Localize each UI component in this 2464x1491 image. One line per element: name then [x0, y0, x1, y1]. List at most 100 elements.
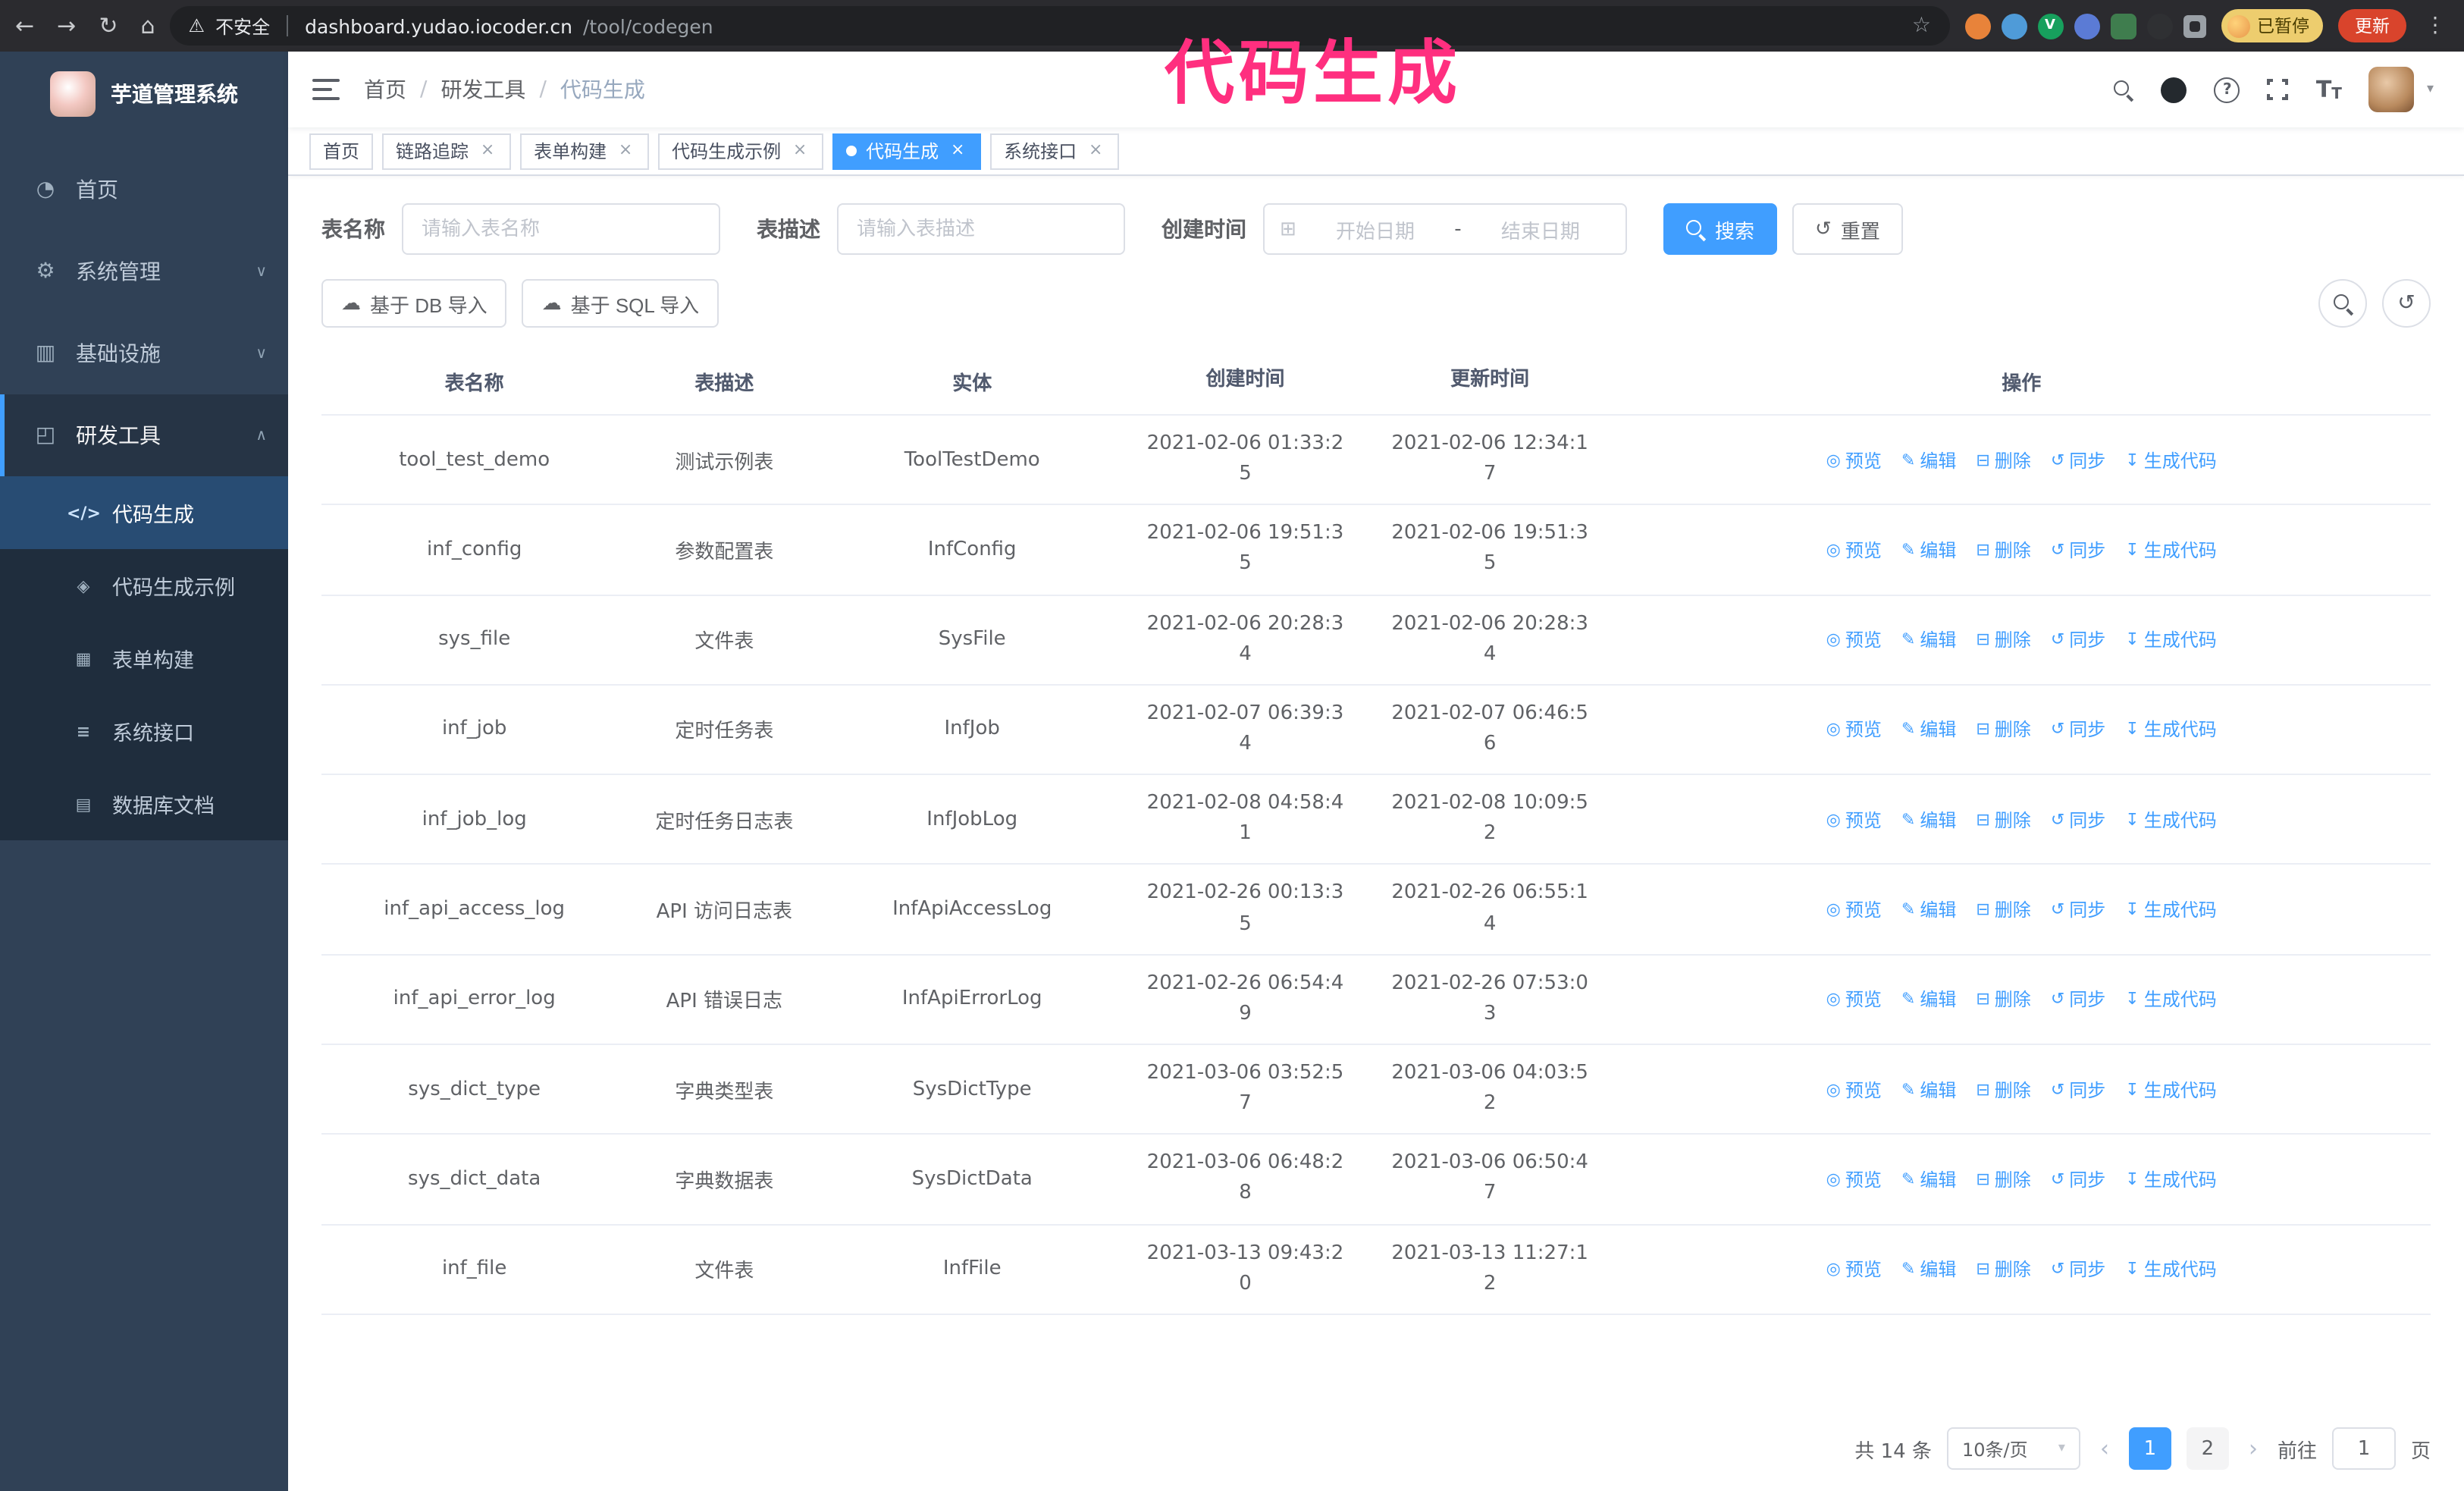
close-icon[interactable]: × [1086, 140, 1105, 161]
sidebar-subitem-form-builder[interactable]: ▦ 表单构建 [0, 622, 288, 695]
github-icon[interactable] [2161, 77, 2187, 102]
row-action-preview-link[interactable]: ◎ 预览 [1826, 987, 1882, 1012]
caret-down-icon[interactable]: ▾ [2427, 82, 2434, 97]
tab-codegen[interactable]: 代码生成 × [832, 133, 982, 169]
prev-page-icon[interactable]: ‹ [2096, 1435, 2114, 1462]
row-action-delete-link[interactable]: ⊟ 删除 [1976, 717, 2030, 742]
tab-home[interactable]: 首页 [309, 133, 374, 169]
tab-system-api[interactable]: 系统接口 × [990, 133, 1120, 169]
extension-icon[interactable] [2001, 13, 2027, 39]
row-action-edit-link[interactable]: ✎ 编辑 [1901, 1166, 1956, 1192]
sidebar-item-system-management[interactable]: ⚙ 系统管理 ∨ [0, 231, 288, 312]
row-action-sync-link[interactable]: ↺ 同步 [2051, 1076, 2105, 1102]
row-action-delete-link[interactable]: ⊟ 删除 [1976, 1166, 2030, 1192]
table-desc-input[interactable] [837, 203, 1125, 255]
row-action-delete-link[interactable]: ⊟ 删除 [1976, 896, 2030, 922]
back-icon[interactable]: ← [15, 12, 34, 39]
row-action-generate-link[interactable]: ↧ 生成代码 [2125, 807, 2216, 833]
row-action-sync-link[interactable]: ↺ 同步 [2051, 537, 2105, 563]
reload-icon[interactable]: ↻ [99, 12, 118, 39]
row-action-edit-link[interactable]: ✎ 编辑 [1901, 447, 1956, 472]
close-icon[interactable]: × [948, 140, 967, 161]
extension-icon[interactable]: V [2037, 13, 2063, 39]
table-name-input[interactable] [402, 203, 720, 255]
toggle-search-button[interactable] [2318, 279, 2367, 328]
row-action-delete-link[interactable]: ⊟ 删除 [1976, 537, 2030, 563]
row-action-delete-link[interactable]: ⊟ 删除 [1976, 1256, 2030, 1282]
home-icon[interactable]: ⌂ [140, 12, 155, 39]
row-action-preview-link[interactable]: ◎ 预览 [1826, 1166, 1882, 1192]
row-action-edit-link[interactable]: ✎ 编辑 [1901, 717, 1956, 742]
sidebar-item-infrastructure[interactable]: ▥ 基础设施 ∨ [0, 312, 288, 394]
tab-codegen-demo[interactable]: 代码生成示例 × [658, 133, 824, 169]
row-action-sync-link[interactable]: ↺ 同步 [2051, 896, 2105, 922]
row-action-generate-link[interactable]: ↧ 生成代码 [2125, 626, 2216, 652]
fullscreen-icon[interactable] [2265, 77, 2290, 102]
row-action-generate-link[interactable]: ↧ 生成代码 [2125, 537, 2216, 563]
row-action-sync-link[interactable]: ↺ 同步 [2051, 1166, 2105, 1192]
search-button[interactable]: 搜索 [1663, 203, 1778, 255]
next-page-icon[interactable]: › [2244, 1435, 2262, 1462]
sidebar-subitem-system-api[interactable]: ≡ 系统接口 [0, 695, 288, 767]
sidebar-subitem-codegen[interactable]: </> 代码生成 [0, 476, 288, 549]
breadcrumb-dev-tools[interactable]: 研发工具 [440, 74, 525, 105]
row-action-preview-link[interactable]: ◎ 预览 [1826, 447, 1882, 472]
page-button-1[interactable]: 1 [2128, 1427, 2171, 1470]
row-action-sync-link[interactable]: ↺ 同步 [2051, 807, 2105, 833]
row-action-delete-link[interactable]: ⊟ 删除 [1976, 626, 2030, 652]
close-icon[interactable]: × [790, 140, 810, 161]
row-action-delete-link[interactable]: ⊟ 删除 [1976, 807, 2030, 833]
breadcrumb-home[interactable]: 首页 [364, 74, 406, 105]
tab-form-builder[interactable]: 表单构建 × [520, 133, 650, 169]
import-sql-button[interactable]: ☁ 基于 SQL 导入 [522, 279, 719, 328]
goto-page-input[interactable] [2331, 1427, 2396, 1470]
row-action-preview-link[interactable]: ◎ 预览 [1826, 537, 1882, 563]
row-action-preview-link[interactable]: ◎ 预览 [1826, 626, 1882, 652]
row-action-preview-link[interactable]: ◎ 预览 [1826, 1076, 1882, 1102]
row-action-generate-link[interactable]: ↧ 生成代码 [2125, 987, 2216, 1012]
import-db-button[interactable]: ☁ 基于 DB 导入 [321, 279, 507, 328]
tab-trace[interactable]: 链路追踪 × [382, 133, 512, 169]
row-action-generate-link[interactable]: ↧ 生成代码 [2125, 447, 2216, 472]
row-action-sync-link[interactable]: ↺ 同步 [2051, 987, 2105, 1012]
forward-icon[interactable]: → [57, 12, 76, 39]
bookmark-star-icon[interactable]: ☆ [1912, 14, 1931, 38]
help-icon[interactable]: ? [2214, 77, 2240, 102]
row-action-sync-link[interactable]: ↺ 同步 [2051, 447, 2105, 472]
row-action-delete-link[interactable]: ⊟ 删除 [1976, 987, 2030, 1012]
extension-icon[interactable] [2074, 13, 2099, 39]
row-action-sync-link[interactable]: ↺ 同步 [2051, 626, 2105, 652]
address-bar[interactable]: ⚠ 不安全 dashboard.yudao.iocoder.cn /tool/c… [170, 6, 1949, 46]
page-button-2[interactable]: 2 [2186, 1427, 2229, 1470]
row-action-generate-link[interactable]: ↧ 生成代码 [2125, 1256, 2216, 1282]
row-action-generate-link[interactable]: ↧ 生成代码 [2125, 896, 2216, 922]
row-action-sync-link[interactable]: ↺ 同步 [2051, 717, 2105, 742]
page-size-select[interactable]: 10条/页 ▾ [1946, 1427, 2080, 1470]
app-logo[interactable]: 芋道管理系统 [0, 52, 288, 137]
row-action-generate-link[interactable]: ↧ 生成代码 [2125, 717, 2216, 742]
row-action-edit-link[interactable]: ✎ 编辑 [1901, 807, 1956, 833]
browser-menu-icon[interactable]: ⋮ [2422, 14, 2449, 38]
row-action-generate-link[interactable]: ↧ 生成代码 [2125, 1076, 2216, 1102]
row-action-edit-link[interactable]: ✎ 编辑 [1901, 537, 1956, 563]
refresh-button[interactable]: ↺ [2382, 279, 2431, 328]
browser-update-button[interactable]: 更新 [2338, 9, 2406, 42]
sidebar-item-home[interactable]: ◔ 首页 [0, 149, 288, 231]
row-action-edit-link[interactable]: ✎ 编辑 [1901, 626, 1956, 652]
row-action-delete-link[interactable]: ⊟ 删除 [1976, 1076, 2030, 1102]
row-action-edit-link[interactable]: ✎ 编辑 [1901, 1256, 1956, 1282]
row-action-sync-link[interactable]: ↺ 同步 [2051, 1256, 2105, 1282]
row-action-edit-link[interactable]: ✎ 编辑 [1901, 1076, 1956, 1102]
row-action-delete-link[interactable]: ⊟ 删除 [1976, 447, 2030, 472]
sidebar-toggle-icon[interactable] [312, 79, 340, 100]
avatar[interactable] [2368, 67, 2415, 112]
sidebar-subitem-codegen-demo[interactable]: ◈ 代码生成示例 [0, 549, 288, 622]
row-action-preview-link[interactable]: ◎ 预览 [1826, 896, 1882, 922]
close-icon[interactable]: × [616, 140, 635, 161]
close-icon[interactable]: × [478, 140, 497, 161]
extensions-puzzle-icon[interactable] [2183, 14, 2205, 37]
sidebar-item-dev-tools[interactable]: ◰ 研发工具 ∧ [0, 394, 288, 476]
row-action-edit-link[interactable]: ✎ 编辑 [1901, 987, 1956, 1012]
extension-icon[interactable] [2110, 13, 2136, 39]
profile-paused-badge[interactable]: 已暂停 [2221, 9, 2323, 42]
